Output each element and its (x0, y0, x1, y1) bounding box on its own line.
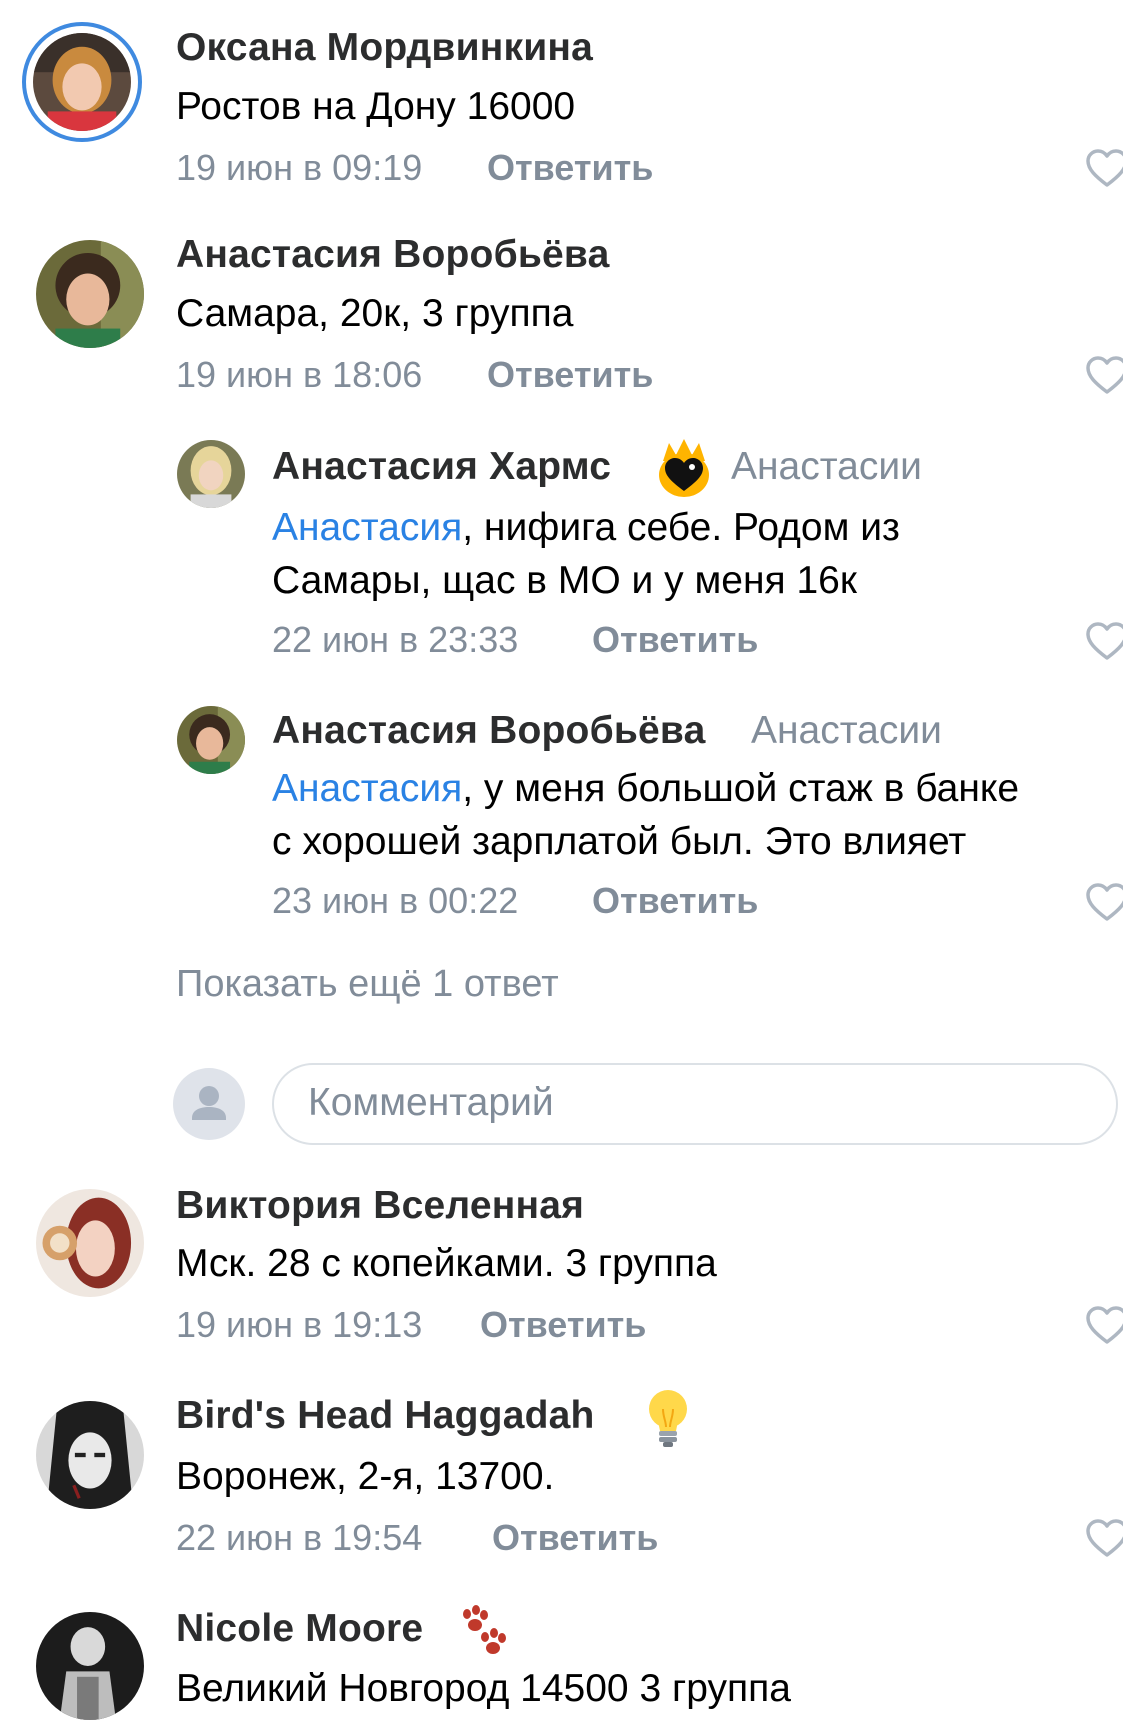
comment-date: 19 июн в 09:19 (176, 147, 423, 188)
comment-author[interactable]: Виктория Вселенная (176, 1184, 584, 1228)
comment-date: 22 июн в 19:54 (176, 1517, 423, 1558)
show-more-replies-button[interactable]: Показать ещё 1 ответ (176, 963, 559, 1006)
comment-input[interactable]: Комментарий (272, 1063, 1118, 1145)
mention-link[interactable]: Анастасия (272, 767, 462, 810)
comment-date: 19 июн в 18:06 (176, 354, 423, 395)
comment-author[interactable]: Оксана Мордвинкина (176, 26, 593, 70)
comment-text: Великий Новгород 14500 3 группа (176, 1667, 791, 1710)
like-heart-icon[interactable] (1085, 148, 1123, 188)
reply-button[interactable]: Ответить (592, 880, 758, 922)
reply-date: 23 июн в 00:22 (272, 880, 519, 921)
like-heart-icon[interactable] (1085, 1305, 1123, 1345)
like-heart-icon[interactable] (1085, 882, 1123, 922)
reply-to-label[interactable]: Анастасии (751, 709, 942, 753)
avatar[interactable] (36, 1401, 144, 1509)
avatar[interactable] (36, 240, 144, 348)
reply-author[interactable]: Анастасия Хармс (272, 445, 611, 489)
reply-text-line: Самары, щас в МО и у меня 16к (272, 559, 857, 602)
reply-button[interactable]: Ответить (492, 1517, 658, 1559)
comment-author[interactable]: Bird's Head Haggadah (176, 1394, 595, 1438)
mention-link[interactable]: Анастасия (272, 506, 462, 549)
reply-to-label[interactable]: Анастасии (731, 445, 922, 489)
like-heart-icon[interactable] (1085, 355, 1123, 395)
light-bulb-icon (646, 1387, 690, 1449)
comment-author[interactable]: Nicole Moore (176, 1607, 423, 1651)
reply-author[interactable]: Анастасия Воробьёва (272, 709, 706, 753)
avatar[interactable] (36, 1612, 144, 1720)
comment-text: Воронеж, 2-я, 13700. (176, 1455, 555, 1498)
comment-date: 19 июн в 19:13 (176, 1304, 423, 1345)
comment-input-placeholder: Комментарий (308, 1081, 554, 1124)
reply-button[interactable]: Ответить (487, 354, 653, 396)
reply-text-line: Анастасия, нифига себе. Родом из (272, 506, 900, 549)
comment-text: Мск. 28 с копейками. 3 группа (176, 1242, 717, 1285)
like-heart-icon[interactable] (1085, 621, 1123, 661)
avatar[interactable] (33, 33, 131, 131)
avatar[interactable] (36, 1189, 144, 1297)
reply-text-line: с хорошей зарплатой был. Это влияет (272, 820, 967, 863)
comment-text: Ростов на Дону 16000 (176, 85, 576, 128)
reply-date: 22 июн в 23:33 (272, 619, 519, 660)
comment-author[interactable]: Анастасия Воробьёва (176, 233, 610, 277)
avatar[interactable] (177, 706, 245, 774)
reply-text-line: Анастасия, у меня большой стаж в банке (272, 767, 1020, 810)
reply-button[interactable]: Ответить (480, 1304, 646, 1346)
user-avatar-placeholder-icon (173, 1068, 245, 1140)
avatar[interactable] (177, 440, 245, 508)
reply-button[interactable]: Ответить (487, 147, 653, 189)
comment-text: Самара, 20к, 3 группа (176, 292, 574, 335)
black-heart-fire-icon (655, 437, 713, 499)
reply-button[interactable]: Ответить (592, 619, 758, 661)
like-heart-icon[interactable] (1085, 1518, 1123, 1558)
paw-prints-icon (455, 1604, 511, 1660)
